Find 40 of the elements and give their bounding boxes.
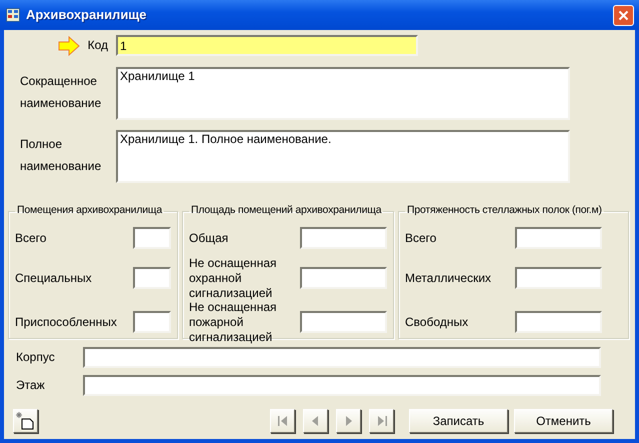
group-title: Площадь помещений архивохранилища <box>190 204 383 217</box>
field-label: Этаж <box>15 378 46 393</box>
input-field[interactable] <box>83 375 601 396</box>
field-label: Код <box>88 38 108 53</box>
skip-icon <box>276 414 290 428</box>
close-button[interactable] <box>613 4 634 26</box>
field-label: Не оснащенная охранной сигнализацией <box>189 256 278 300</box>
close-icon <box>618 10 629 20</box>
code-field[interactable]: 1 <box>116 35 418 56</box>
input-field[interactable] <box>133 267 171 289</box>
window-icon <box>6 8 20 22</box>
field-label: Сокращенное наименование <box>19 73 102 112</box>
field-label: Не оснащенная пожарной сигнализацией <box>189 300 278 344</box>
input-field[interactable] <box>300 311 387 333</box>
field-label: Корпус <box>15 350 56 365</box>
input-field[interactable] <box>133 311 171 333</box>
group-title: Протяженность стеллажных полок (пог.м) <box>406 204 603 217</box>
input-field[interactable] <box>300 227 387 249</box>
cancel-button[interactable]: Отменить <box>514 409 613 433</box>
window-title: Архивохранилище <box>26 6 148 24</box>
input-field[interactable] <box>515 227 602 249</box>
text-area[interactable]: Хранилище 1. Полное наименование. <box>116 130 570 183</box>
field-label: Всего <box>405 230 436 246</box>
field-label: Свободных <box>405 314 468 330</box>
save-button[interactable]: Записать <box>409 409 508 433</box>
field-label: Приспособленных <box>15 314 117 330</box>
field-label: Металлических <box>405 270 492 286</box>
input-field[interactable] <box>83 347 601 368</box>
input-field[interactable] <box>515 311 602 333</box>
field-label: Специальных <box>15 270 92 286</box>
field-label: Всего <box>15 230 46 246</box>
field-label: Полное наименование <box>19 136 102 175</box>
field-label: Общая <box>189 230 230 246</box>
input-field[interactable] <box>300 267 387 289</box>
input-field[interactable] <box>133 227 171 249</box>
text-area[interactable]: Хранилище 1 <box>116 67 570 120</box>
new-record-button[interactable] <box>13 409 38 433</box>
new-document-icon <box>16 412 36 430</box>
group-title: Помещения архивохранилища <box>16 204 164 217</box>
input-field[interactable] <box>515 267 602 289</box>
